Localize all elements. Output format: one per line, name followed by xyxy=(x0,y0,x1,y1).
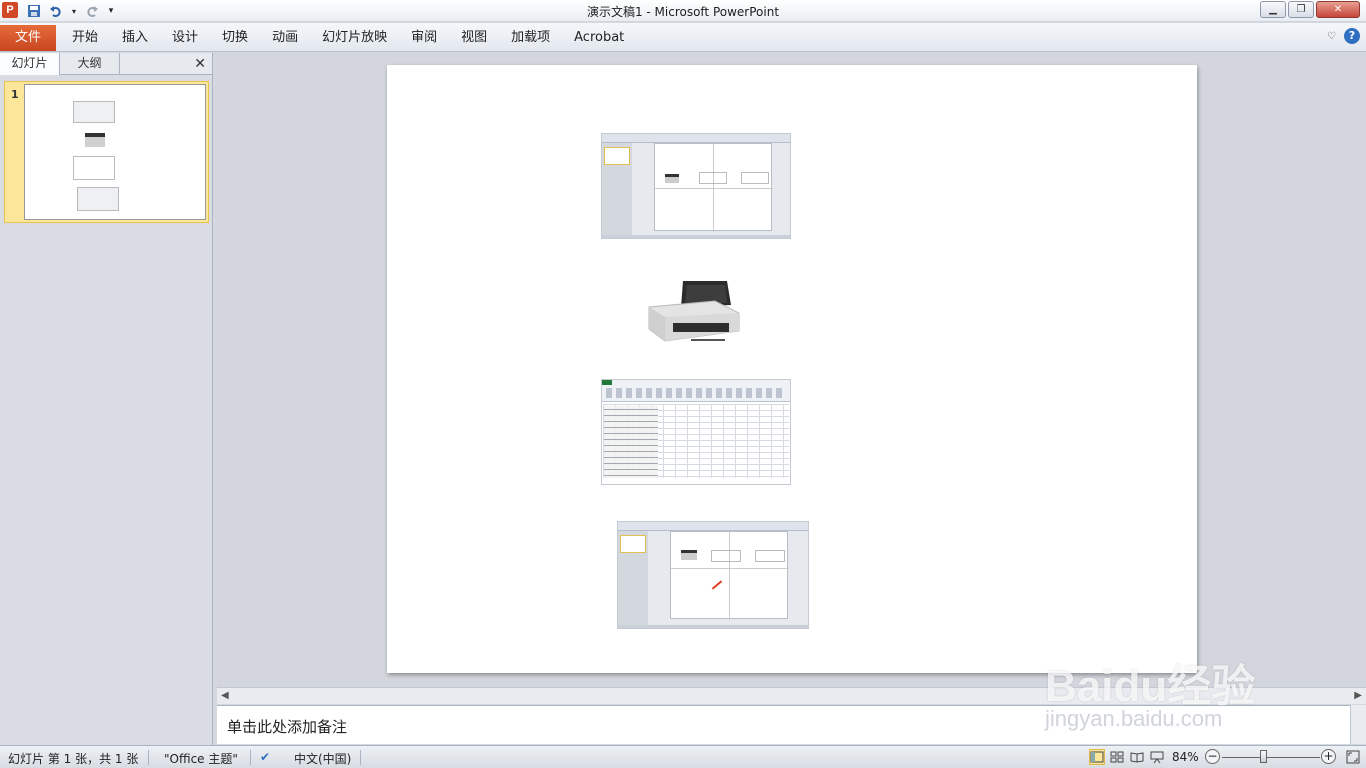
minimize-icon[interactable]: ▁ xyxy=(1260,1,1286,18)
tab-slides[interactable]: 幻灯片 xyxy=(0,53,60,75)
slide-editing-area xyxy=(217,53,1366,687)
zoom-in-icon[interactable]: + xyxy=(1321,749,1336,764)
slide-thumbnail-item[interactable]: 1 xyxy=(4,81,209,223)
tab-insert[interactable]: 插入 xyxy=(110,25,160,51)
tab-design[interactable]: 设计 xyxy=(160,25,210,51)
screenshot-sidebar xyxy=(602,143,632,238)
printer-icon xyxy=(648,281,740,342)
baidu-watermark-logo: Baidu经验 xyxy=(1045,662,1256,711)
screenshot-ribbon xyxy=(618,522,808,531)
tab-acrobat[interactable]: Acrobat xyxy=(562,25,636,51)
excel-data-table xyxy=(604,406,658,478)
slide-image-excel-screenshot[interactable] xyxy=(601,379,791,485)
tab-animations[interactable]: 动画 xyxy=(260,25,310,51)
thumbnail-image-3 xyxy=(77,187,119,211)
close-icon[interactable]: ✕ xyxy=(1316,1,1360,18)
slideshow-view-icon[interactable] xyxy=(1149,749,1165,765)
window-controls: ▁ ❐ ✕ xyxy=(1260,1,1360,18)
slide-image-powerpoint-screenshot-2[interactable] xyxy=(617,521,809,629)
slide-thumbnail[interactable] xyxy=(24,84,206,220)
thumbnail-image-1 xyxy=(73,101,115,123)
close-panel-icon[interactable]: ✕ xyxy=(194,56,206,72)
help-icon[interactable]: ? xyxy=(1344,28,1360,44)
tab-view[interactable]: 视图 xyxy=(449,25,499,51)
screenshot-slide xyxy=(670,531,789,620)
restore-icon[interactable]: ❐ xyxy=(1288,1,1314,18)
screenshot-status xyxy=(602,235,790,238)
slide-image-powerpoint-screenshot-1[interactable] xyxy=(601,133,791,239)
screenshot-ribbon xyxy=(602,134,790,143)
minimize-ribbon-icon[interactable]: ♡ xyxy=(1327,31,1336,42)
slide-info: 幻灯片 第 1 张，共 1 张 xyxy=(8,752,139,766)
language[interactable]: 中文(中国) xyxy=(294,750,351,767)
title-bar: P ▾ ▾ 演示文稿1 - Microsoft PowerPoint ▁ ❐ ✕ xyxy=(0,0,1366,22)
baidu-watermark-url: jingyan.baidu.com xyxy=(1045,706,1223,731)
notes-placeholder[interactable]: 单击此处添加备注 xyxy=(227,716,347,737)
tab-transitions[interactable]: 切换 xyxy=(210,25,260,51)
tab-review[interactable]: 审阅 xyxy=(399,25,449,51)
ribbon-tabs: 开始 插入 设计 切换 动画 幻灯片放映 审阅 视图 加载项 Acrobat xyxy=(60,25,636,51)
slide-number: 1 xyxy=(11,88,19,101)
slide-canvas[interactable] xyxy=(387,65,1197,673)
zoom-slider-track[interactable] xyxy=(1222,757,1320,758)
slide-image-printer[interactable] xyxy=(645,279,743,345)
normal-view-icon[interactable] xyxy=(1089,749,1105,765)
status-separator xyxy=(250,750,251,765)
reading-view-icon[interactable] xyxy=(1129,749,1145,765)
status-separator xyxy=(360,750,361,765)
tab-addins[interactable]: 加载项 xyxy=(499,25,562,51)
screenshot-sidebar xyxy=(618,531,648,628)
panel-tabs: 幻灯片 大纲 ✕ xyxy=(0,53,212,75)
zoom-level[interactable]: 84% xyxy=(1172,750,1199,764)
notes-scrollbar[interactable] xyxy=(1350,705,1366,744)
thumbnail-printer-image xyxy=(85,133,105,147)
screenshot-slide xyxy=(654,143,773,232)
tab-slideshow[interactable]: 幻灯片放映 xyxy=(310,25,399,51)
window-title: 演示文稿1 - Microsoft PowerPoint xyxy=(586,5,780,19)
zoom-slider-thumb[interactable] xyxy=(1260,750,1267,763)
theme-name[interactable]: "Office 主题" xyxy=(164,750,238,767)
tab-home[interactable]: 开始 xyxy=(60,25,110,51)
ribbon: 文件 开始 插入 设计 切换 动画 幻灯片放映 审阅 视图 加载项 Acroba… xyxy=(0,23,1366,52)
spell-check-icon[interactable]: ✔ xyxy=(260,750,270,764)
file-tab[interactable]: 文件 xyxy=(0,25,56,51)
tab-outline[interactable]: 大纲 xyxy=(60,53,120,75)
zoom-out-icon[interactable]: − xyxy=(1205,749,1220,764)
fit-to-window-icon[interactable] xyxy=(1345,749,1361,765)
slides-panel: 幻灯片 大纲 ✕ 1 xyxy=(0,53,213,745)
thumbnail-image-2 xyxy=(73,156,115,180)
scroll-left-icon[interactable]: ◀ xyxy=(221,690,229,701)
scroll-right-icon[interactable]: ▶ xyxy=(1354,690,1362,701)
status-bar: 幻灯片 第 1 张，共 1 张 "Office 主题" ✔ 中文(中国) 84%… xyxy=(0,745,1366,768)
excel-ribbon xyxy=(602,380,790,402)
slide-sorter-icon[interactable] xyxy=(1109,749,1125,765)
status-separator xyxy=(148,750,149,765)
ribbon-right-controls: ♡ ? xyxy=(1327,28,1360,44)
screenshot-status xyxy=(618,625,808,628)
